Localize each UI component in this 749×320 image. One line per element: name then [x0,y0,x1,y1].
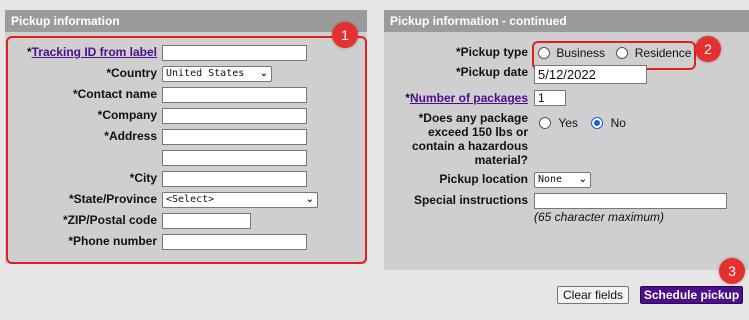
pickup-type-label: *Pickup type [455,45,528,59]
hazard-yes-radio[interactable] [539,117,551,129]
num-packages-label: *Number of packages [405,91,528,105]
special-instructions-input[interactable] [534,193,727,209]
special-instructions-label: Special instructions [413,193,528,207]
annotation-box-1 [6,36,367,264]
pickup-location-select[interactable]: None ⌄ [534,172,591,188]
panel-title: Pickup information - continued [384,10,749,32]
instructions-hint: (65 character maximum) [534,210,665,224]
annotation-badge-3: 3 [719,258,745,284]
chevron-down-icon: ⌄ [578,174,587,185]
num-packages-input[interactable]: 1 [534,90,566,106]
hazard-no-label: No [610,116,626,130]
hazard-options: Yes No [539,116,626,130]
pickup-date-input[interactable]: 5/12/2022 [534,65,647,84]
annotation-badge-2: 2 [695,36,721,62]
panel-title: Pickup information [5,10,367,32]
pickup-date-label: *Pickup date [455,65,528,79]
hazard-yes-label: Yes [558,116,578,130]
pickup-location-label: Pickup location [439,172,528,186]
hazard-no-radio[interactable] [591,117,604,129]
clear-fields-button[interactable]: Clear fields [557,286,629,304]
annotation-badge-1: 1 [332,22,358,48]
hazard-question-label: *Does any package exceed 150 lbs or cont… [411,111,528,167]
schedule-pickup-button[interactable]: Schedule pickup [640,286,743,304]
num-packages-link[interactable]: Number of packages [410,91,528,105]
